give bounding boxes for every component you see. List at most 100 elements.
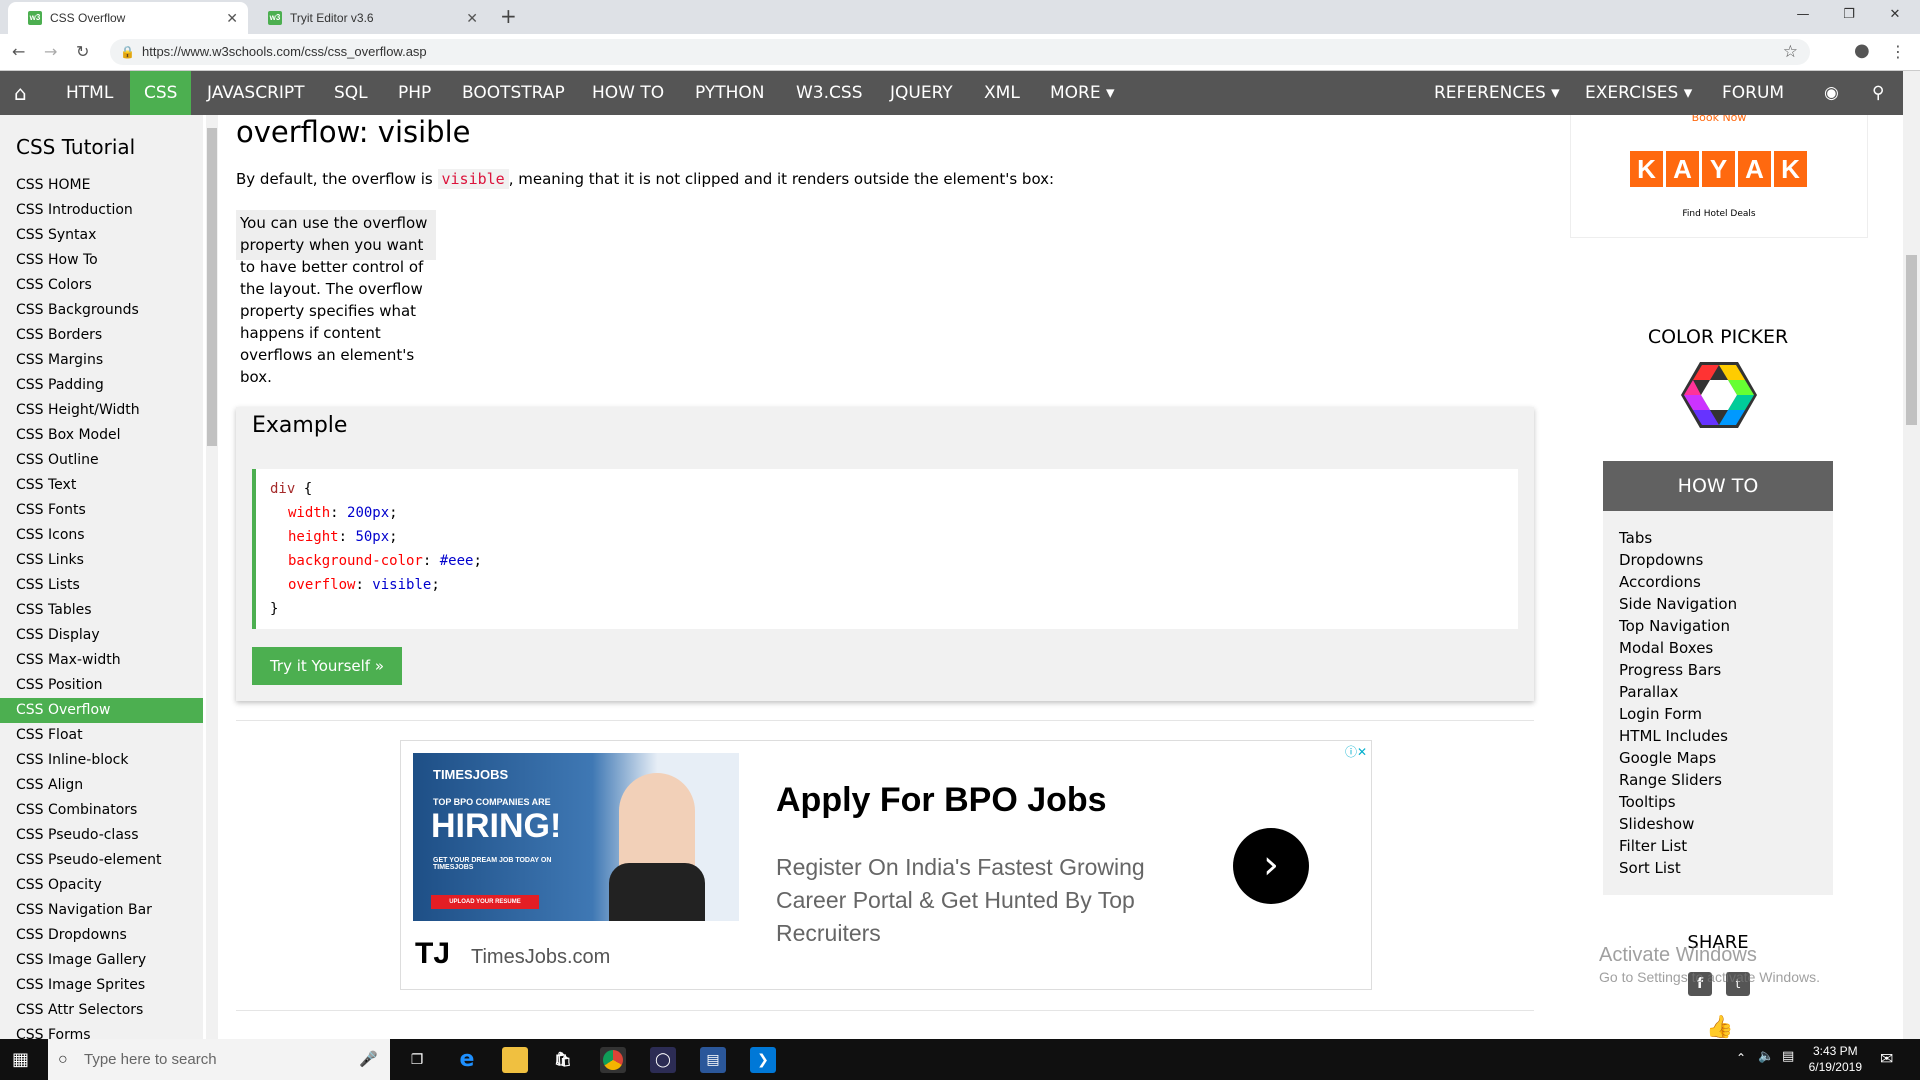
volume-icon[interactable]: 🔈 xyxy=(1758,1049,1774,1064)
page-scrollbar[interactable] xyxy=(1903,71,1920,1039)
nav-css[interactable]: CSS xyxy=(130,71,192,115)
new-tab-button[interactable]: + xyxy=(500,4,517,28)
sidebar-item[interactable]: CSS Pseudo-element xyxy=(0,848,203,873)
how-to-item[interactable]: Tabs xyxy=(1619,527,1652,549)
reload-icon[interactable]: ↻ xyxy=(76,42,89,61)
sidebar-item[interactable]: CSS Attr Selectors xyxy=(0,998,203,1023)
minimize-icon[interactable]: — xyxy=(1780,0,1826,30)
sidebar-item[interactable]: CSS Borders xyxy=(0,323,203,348)
sidebar-item[interactable]: CSS Opacity xyxy=(0,873,203,898)
windows-start-icon[interactable]: ▦ xyxy=(12,1049,34,1071)
how-to-item[interactable]: Modal Boxes xyxy=(1619,637,1713,659)
sidebar-item[interactable]: CSS Text xyxy=(0,473,203,498)
sidebar-item[interactable]: CSS Image Sprites xyxy=(0,973,203,998)
how-to-item[interactable]: Side Navigation xyxy=(1619,593,1737,615)
bookmark-star-icon[interactable]: ☆ xyxy=(1783,39,1798,65)
how-to-item[interactable]: Login Form xyxy=(1619,703,1702,725)
sidebar-item[interactable]: CSS Outline xyxy=(0,448,203,473)
nav-javascript[interactable]: JAVASCRIPT xyxy=(193,71,319,115)
how-to-item[interactable]: Range Sliders xyxy=(1619,769,1722,791)
nav-more[interactable]: MORE ▾ xyxy=(1036,71,1129,115)
vscode-icon[interactable]: ❯ xyxy=(750,1047,776,1073)
nav-html[interactable]: HTML xyxy=(52,71,127,115)
globe-icon[interactable]: ◉ xyxy=(1810,71,1853,115)
advertisement[interactable]: TIMESJOBS TOP BPO COMPANIES ARE HIRING! … xyxy=(400,740,1372,990)
nav-jquery[interactable]: JQUERY xyxy=(876,71,967,115)
store-icon[interactable]: 🛍 xyxy=(550,1047,576,1073)
file-explorer-icon[interactable] xyxy=(502,1047,528,1073)
sidebar-item[interactable]: CSS Padding xyxy=(0,373,203,398)
sidebar-item[interactable]: CSS Overflow xyxy=(0,698,203,723)
url-field[interactable]: 🔒 https://www.w3schools.com/css/css_over… xyxy=(110,39,1810,65)
kayak-ad[interactable]: Book Now K A Y A K Find Hotel Deals xyxy=(1570,115,1868,238)
sidebar-item[interactable]: CSS Colors xyxy=(0,273,203,298)
taskbar-clock[interactable]: 3:43 PM 6/19/2019 xyxy=(1809,1043,1862,1075)
close-tab-icon[interactable]: ✕ xyxy=(466,10,478,27)
forward-icon[interactable]: → xyxy=(44,42,57,61)
try-it-yourself-button[interactable]: Try it Yourself » xyxy=(252,647,402,685)
chrome-icon[interactable] xyxy=(600,1047,626,1073)
microphone-icon[interactable]: 🎤 xyxy=(359,1039,378,1080)
book-now-link[interactable]: Book Now xyxy=(1571,115,1867,124)
menu-dots-icon[interactable]: ⋮ xyxy=(1890,42,1906,61)
sidebar-item[interactable]: CSS Syntax xyxy=(0,223,203,248)
color-picker-title[interactable]: COLOR PICKER xyxy=(1560,326,1876,348)
sidebar-item[interactable]: CSS Height/Width xyxy=(0,398,203,423)
browser-tab[interactable]: w3 Tryit Editor v3.6 ✕ xyxy=(248,2,488,34)
close-tab-icon[interactable]: ✕ xyxy=(226,10,238,27)
sidebar-item[interactable]: CSS Dropdowns xyxy=(0,923,203,948)
like-icon[interactable]: 👍 xyxy=(1706,1015,1733,1039)
tray-chevron-icon[interactable]: ⌃ xyxy=(1736,1051,1746,1065)
network-icon[interactable]: ▤ xyxy=(1782,1049,1794,1064)
sidebar-item[interactable]: CSS Backgrounds xyxy=(0,298,203,323)
close-window-icon[interactable]: ✕ xyxy=(1872,0,1918,30)
sidebar-item[interactable]: CSS Align xyxy=(0,773,203,798)
how-to-item[interactable]: HTML Includes xyxy=(1619,725,1728,747)
sidebar-item[interactable]: CSS Introduction xyxy=(0,198,203,223)
sidebar-item[interactable]: CSS Max-width xyxy=(0,648,203,673)
page-scroll-thumb[interactable] xyxy=(1906,255,1917,425)
sidebar-item[interactable]: CSS Lists xyxy=(0,573,203,598)
nav-xml[interactable]: XML xyxy=(970,71,1034,115)
sidebar-item[interactable]: CSS Position xyxy=(0,673,203,698)
nav-forum[interactable]: FORUM xyxy=(1708,71,1798,115)
how-to-item[interactable]: Parallax xyxy=(1619,681,1678,703)
profile-icon[interactable]: ● xyxy=(1854,40,1870,61)
sidebar-item[interactable]: CSS Margins xyxy=(0,348,203,373)
ad-title[interactable]: Apply For BPO Jobs xyxy=(776,781,1107,820)
home-icon[interactable]: ⌂ xyxy=(0,71,50,115)
eclipse-icon[interactable]: ◯ xyxy=(650,1047,676,1073)
task-view-icon[interactable]: ❐ xyxy=(404,1047,430,1073)
how-to-item[interactable]: Sort List xyxy=(1619,857,1681,879)
how-to-item[interactable]: Top Navigation xyxy=(1619,615,1730,637)
sidebar-item[interactable]: CSS Forms xyxy=(0,1023,203,1039)
taskbar-search-box[interactable]: ○ Type here to search 🎤 xyxy=(48,1039,390,1080)
nav-exercises[interactable]: EXERCISES ▾ xyxy=(1571,71,1706,115)
sidebar-item[interactable]: CSS Display xyxy=(0,623,203,648)
nav-python[interactable]: PYTHON xyxy=(681,71,779,115)
how-to-item[interactable]: Dropdowns xyxy=(1619,549,1703,571)
nav-php[interactable]: PHP xyxy=(384,71,445,115)
nav-bootstrap[interactable]: BOOTSTRAP xyxy=(448,71,579,115)
sidebar-item[interactable]: CSS Pseudo-class xyxy=(0,823,203,848)
color-picker-hexagon-icon[interactable] xyxy=(1680,360,1758,430)
how-to-item[interactable]: Slideshow xyxy=(1619,813,1694,835)
sidebar-item[interactable]: CSS HOME xyxy=(0,173,203,198)
sidebar-item[interactable]: CSS Navigation Bar xyxy=(0,898,203,923)
nav-references[interactable]: REFERENCES ▾ xyxy=(1420,71,1574,115)
notifications-icon[interactable]: ✉ xyxy=(1880,1049,1893,1068)
sidebar-item[interactable]: CSS Fonts xyxy=(0,498,203,523)
sidebar-item[interactable]: CSS Box Model xyxy=(0,423,203,448)
nav-how-to[interactable]: HOW TO xyxy=(578,71,678,115)
search-icon[interactable]: ⚲ xyxy=(1858,71,1898,115)
sidebar-scroll-thumb[interactable] xyxy=(207,128,217,446)
nav-sql[interactable]: SQL xyxy=(320,71,382,115)
how-to-item[interactable]: Google Maps xyxy=(1619,747,1716,769)
sidebar-item[interactable]: CSS Inline-block xyxy=(0,748,203,773)
ad-choices-icon[interactable]: ⓘ✕ xyxy=(1345,743,1367,760)
sidebar-item[interactable]: CSS Links xyxy=(0,548,203,573)
sidebar-item[interactable]: CSS Icons xyxy=(0,523,203,548)
how-to-item[interactable]: Filter List xyxy=(1619,835,1687,857)
sidebar-item[interactable]: CSS How To xyxy=(0,248,203,273)
sidebar-item[interactable]: CSS Combinators xyxy=(0,798,203,823)
